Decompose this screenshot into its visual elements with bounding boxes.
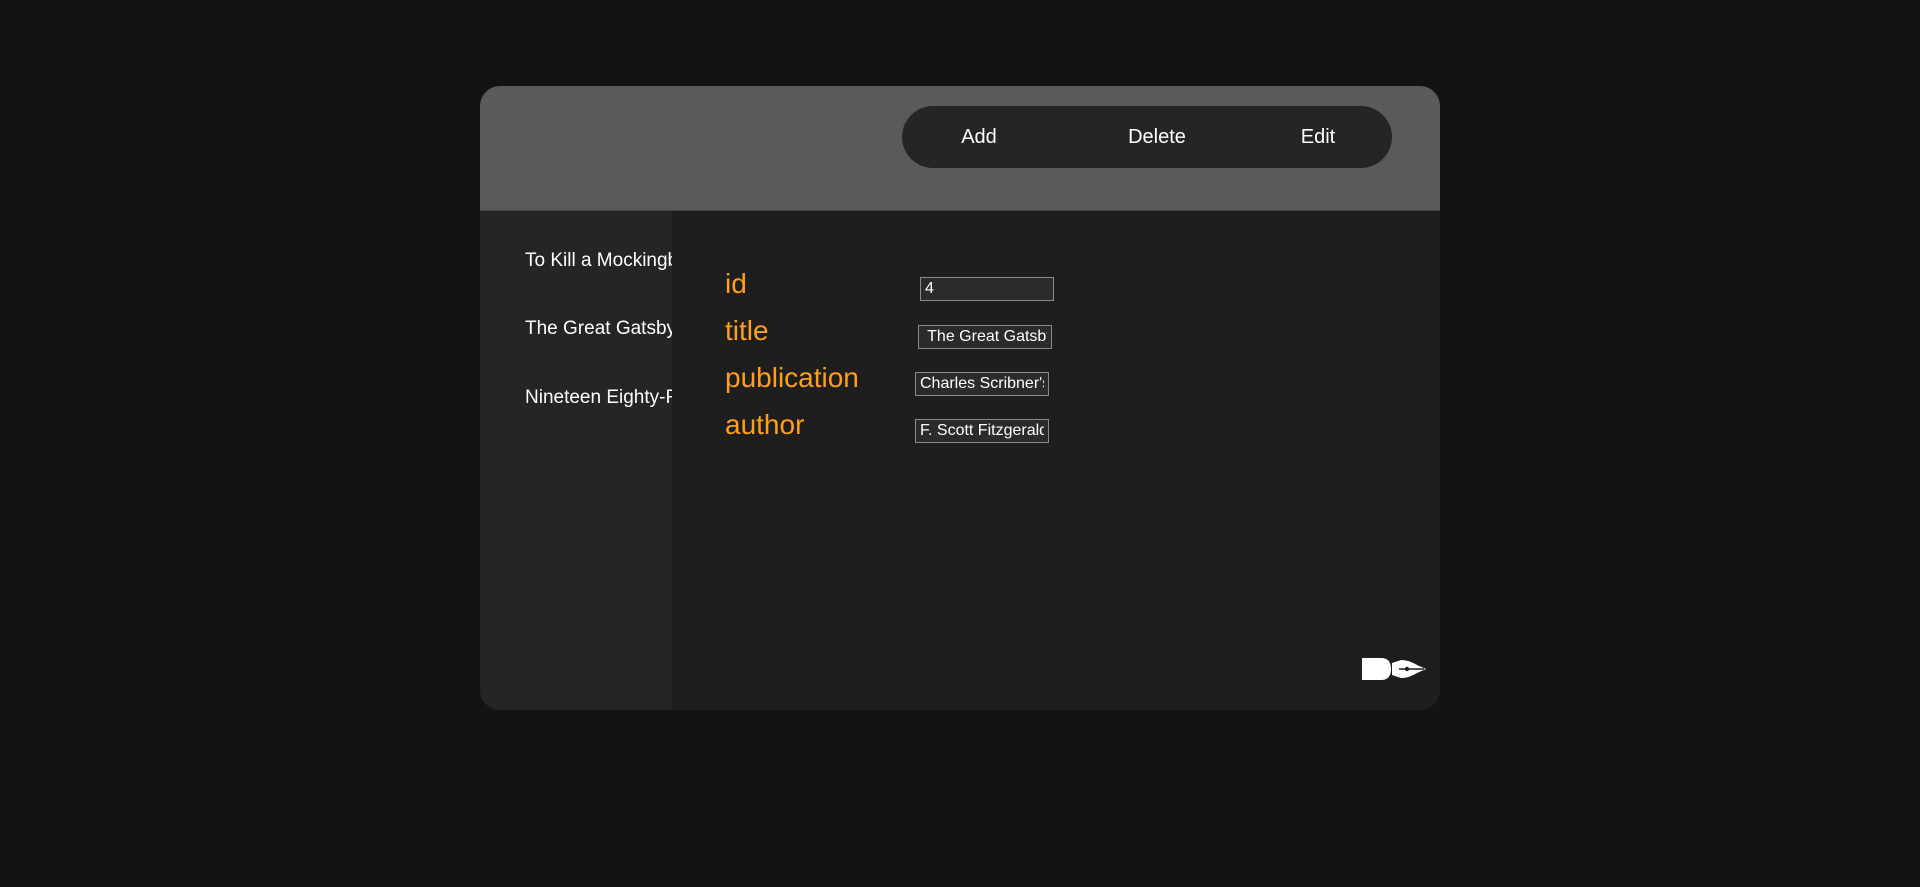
book-list-item[interactable]: Nineteen Eighty-Four bbox=[525, 387, 672, 409]
title-field[interactable] bbox=[918, 325, 1052, 349]
author-label: author bbox=[725, 409, 805, 440]
book-list-item[interactable]: To Kill a Mockingbird bbox=[525, 250, 672, 272]
publication-label: publication bbox=[725, 362, 859, 393]
book-detail-form: id title publication author bbox=[672, 211, 1440, 710]
delete-button[interactable]: Delete bbox=[1102, 106, 1212, 168]
title-label: title bbox=[725, 315, 769, 346]
author-field[interactable] bbox=[915, 419, 1049, 443]
toolbar: Add Delete Edit bbox=[902, 106, 1392, 168]
id-field[interactable] bbox=[920, 277, 1054, 301]
add-button[interactable]: Add bbox=[936, 106, 1022, 168]
header: Add Delete Edit bbox=[480, 86, 1440, 211]
edit-button[interactable]: Edit bbox=[1278, 106, 1358, 168]
app-card: Add Delete Edit To Kill a Mockingbird Th… bbox=[480, 86, 1440, 710]
book-list-sidebar: To Kill a Mockingbird The Great Gatsby N… bbox=[480, 211, 672, 710]
publication-field[interactable] bbox=[915, 372, 1049, 396]
id-label: id bbox=[725, 268, 747, 299]
book-list-item[interactable]: The Great Gatsby bbox=[525, 318, 672, 340]
pen-nib-logo-icon bbox=[1362, 658, 1426, 680]
